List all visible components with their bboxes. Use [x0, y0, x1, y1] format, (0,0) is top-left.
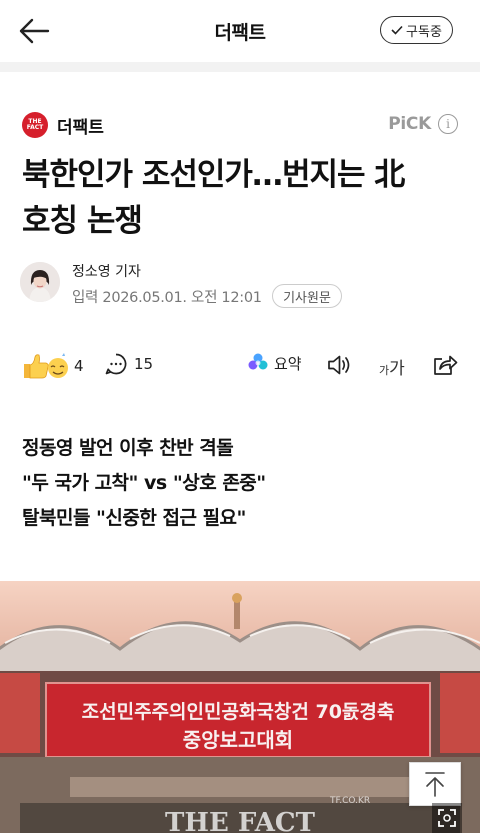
info-icon: i	[438, 114, 458, 134]
comment-icon	[105, 353, 127, 375]
photo-watermark-site: TF.CO.KR	[329, 796, 370, 806]
speaker-icon	[328, 355, 350, 375]
reaction-emoji-icon	[24, 353, 68, 379]
arrow-up-icon	[425, 772, 445, 797]
banner-text-line2: 중앙보고대회	[183, 728, 293, 752]
listen-button[interactable]	[326, 353, 352, 381]
press-name: 더팩트	[57, 117, 104, 138]
avatar-icon	[20, 262, 60, 302]
original-article-button[interactable]: 기사원문	[272, 284, 342, 308]
top-bar: 더팩트 구독중	[0, 0, 480, 62]
banner-text-line1: 조선민주주의인민공화국창건 70돐경축	[82, 701, 395, 723]
expand-icon	[438, 809, 456, 827]
photo-watermark: THE FACT	[165, 808, 316, 833]
share-icon	[434, 355, 458, 375]
subhead-line: "두 국가 고착" vs "상호 존중"	[22, 472, 266, 494]
pick-label: PiCK	[388, 114, 431, 134]
pick-badge[interactable]: PiCK i	[388, 114, 458, 134]
stadium-photo-illustration: 조선민주주의인민공화국창건 70돐경축 중앙보고대회 THE FACT TF.C…	[0, 581, 480, 833]
font-size-large-label: 가	[389, 359, 405, 379]
share-button[interactable]	[432, 353, 458, 381]
subscribe-label: 구독중	[406, 24, 442, 40]
article-date: 입력 2026.05.01. 오전 12:01	[72, 290, 262, 306]
font-size-small-label: 가	[379, 364, 390, 377]
author-name[interactable]: 정소영 기자	[72, 261, 141, 281]
reaction-count: 4	[74, 357, 84, 375]
author-avatar[interactable]	[20, 262, 60, 302]
summary-button[interactable]: 요약	[247, 352, 302, 374]
article-photo[interactable]: 조선민주주의인민공화국창건 70돐경축 중앙보고대회 THE FACT TF.C…	[0, 581, 480, 833]
font-size-button[interactable]: 가 가	[379, 354, 405, 379]
ai-summary-icon	[248, 353, 268, 370]
comment-count: 15	[134, 355, 154, 373]
summary-label: 요약	[274, 354, 302, 373]
divider	[0, 62, 480, 72]
article-toolbar: 4 15 요약 가 가	[0, 348, 480, 384]
headline-line-1: 북한인가 조선인가…번지는 北	[22, 157, 405, 193]
press-info[interactable]: THE FACT 더팩트	[22, 112, 104, 138]
subhead-line: 탈북민들 "신중한 접근 필요"	[22, 507, 246, 529]
expand-photo-button[interactable]	[432, 803, 462, 833]
check-icon	[391, 25, 403, 35]
article-headline: 북한인가 조선인가…번지는 北 호칭 논쟁	[22, 152, 462, 244]
reaction-button[interactable]: 4	[22, 352, 84, 380]
headline-line-2: 호칭 논쟁	[22, 203, 143, 239]
scroll-to-top-button[interactable]	[409, 762, 461, 806]
press-logo: THE FACT	[22, 112, 48, 138]
subhead-line: 정동영 발언 이후 찬반 격돌	[22, 437, 234, 459]
subscribe-button[interactable]: 구독중	[380, 16, 453, 44]
article-subheads: 정동영 발언 이후 찬반 격돌 "두 국가 고착" vs "상호 존중" 탈북민…	[22, 431, 266, 536]
comment-button[interactable]: 15	[104, 352, 153, 376]
